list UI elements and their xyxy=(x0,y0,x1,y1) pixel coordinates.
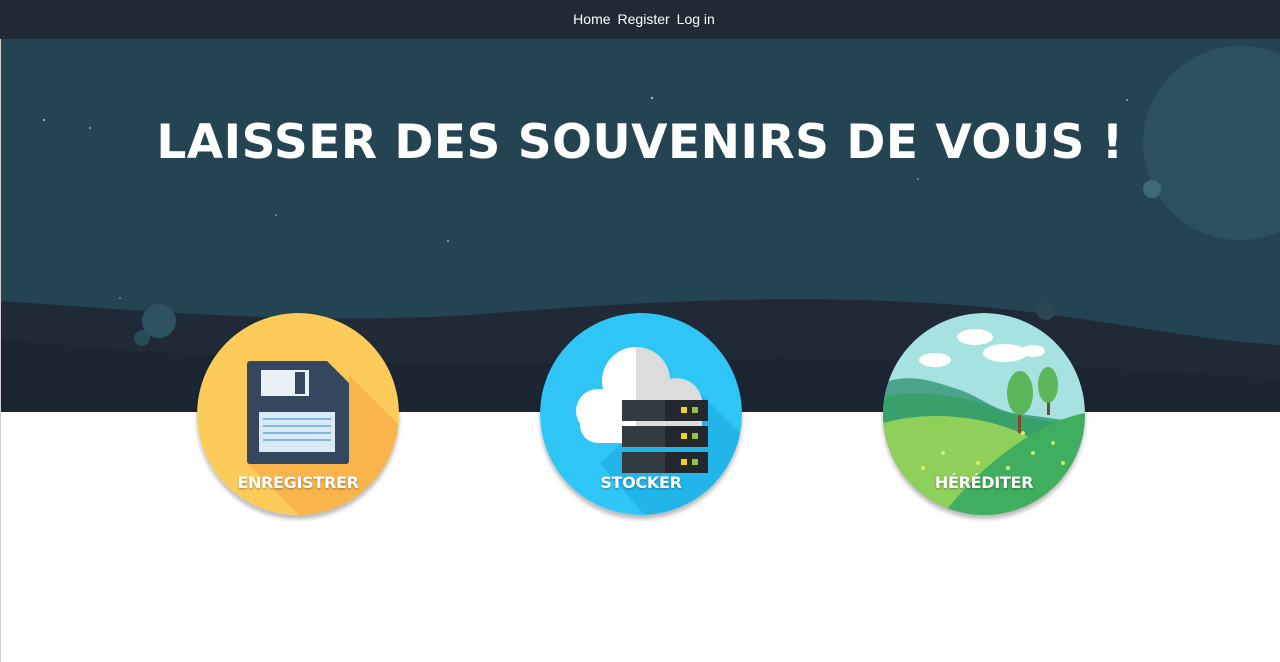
nav-item-home: Home xyxy=(573,11,610,29)
feature-save-card[interactable]: ENREGISTRER xyxy=(197,313,399,515)
bubble-decoration-small xyxy=(1143,180,1161,198)
feature-save-label: ENREGISTRER xyxy=(237,473,359,492)
nav-item-login: Log in xyxy=(677,11,715,29)
feature-inherit-card[interactable]: HÉRÉDITER xyxy=(883,313,1085,515)
feature-store-label: STOCKER xyxy=(600,473,682,492)
hero-title: LAISSER DES SOUVENIRS DE VOUS ! xyxy=(156,115,1124,170)
bubble-decoration-left-small xyxy=(134,330,150,346)
page-border xyxy=(0,39,1,662)
nav-link-login[interactable]: Log in xyxy=(677,11,715,27)
nav-link-register[interactable]: Register xyxy=(618,11,670,27)
page: Home Register Log in LAISSER DES SOUVENI… xyxy=(0,0,1280,662)
nav-item-register: Register xyxy=(618,11,670,29)
top-navbar: Home Register Log in xyxy=(0,0,1280,39)
nav-link-home[interactable]: Home xyxy=(573,11,610,27)
nav-menu: Home Register Log in xyxy=(573,11,715,29)
feature-store-card[interactable]: STOCKER xyxy=(540,313,742,515)
feature-inherit-label: HÉRÉDITER xyxy=(934,473,1034,492)
